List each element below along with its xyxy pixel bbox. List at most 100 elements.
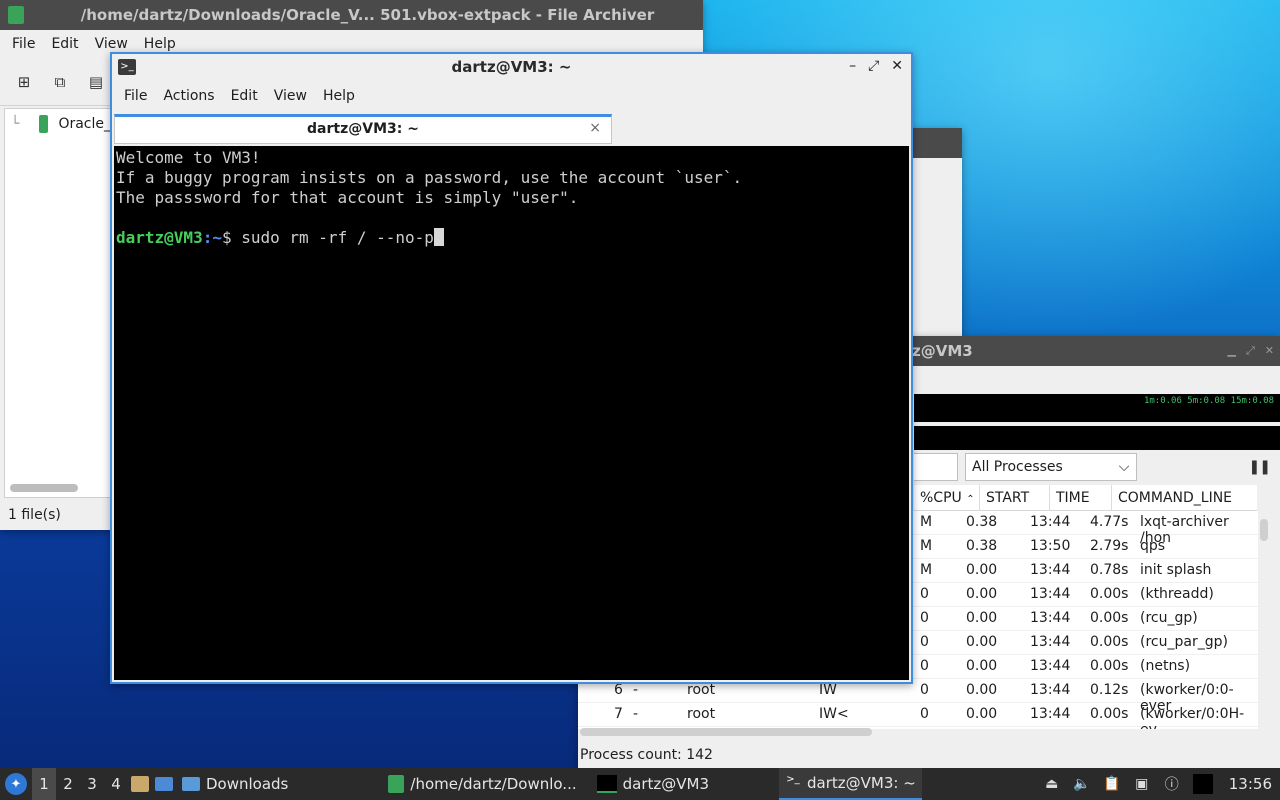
terminal-titlebar[interactable]: >_ dartz@VM3: ~ – ⤢ ✕ <box>112 54 911 82</box>
terminal-tabbar: dartz@VM3: ~ × <box>112 110 911 144</box>
close-icon[interactable]: ✕ <box>891 58 903 74</box>
cell-mem: 0 <box>920 610 929 626</box>
cell-mem: 0 <box>920 634 929 650</box>
eject-icon[interactable]: ⏏ <box>1043 775 1061 793</box>
clock[interactable]: 13:56 <box>1229 775 1272 793</box>
lxqt-logo-icon: ✦ <box>5 773 27 795</box>
taskbar-vm3-label: dartz@VM3 <box>622 775 709 793</box>
cell-mem: M <box>920 538 933 554</box>
process-filter-select[interactable]: All Processes ⌵ <box>965 453 1137 481</box>
cell-time: 0.78s <box>1090 562 1129 578</box>
archiver-horizontal-scrollbar[interactable] <box>10 484 78 492</box>
clipboard-icon[interactable]: 📋 <box>1103 775 1121 793</box>
open-archive-icon[interactable]: ⧉ <box>50 72 70 92</box>
load-average-text: 1m:0.06 5m:0.08 15m:0.08 <box>1143 396 1274 406</box>
process-viewer-title: z@VM3 <box>912 342 973 360</box>
maximize-icon[interactable]: ⤢ <box>1246 344 1255 358</box>
maximize-icon[interactable]: ⤢ <box>868 58 879 74</box>
taskbar-downloads[interactable]: Downloads <box>176 768 294 800</box>
workspace-3[interactable]: 3 <box>80 768 104 800</box>
close-icon[interactable]: ✕ <box>1265 344 1274 358</box>
cell-user: root <box>687 682 716 698</box>
network-icon[interactable]: ▣ <box>1133 775 1151 793</box>
close-tab-icon[interactable]: × <box>589 120 601 136</box>
extract-icon[interactable]: ▤ <box>86 72 106 92</box>
terminal-screen[interactable]: Welcome to VM3! If a buggy program insis… <box>114 146 909 680</box>
taskbar-archiver-label: /home/dartz/Downlo... <box>410 775 577 793</box>
archiver-menu-file[interactable]: File <box>4 36 43 52</box>
cell-start: 13:44 <box>1030 586 1071 602</box>
minimize-icon[interactable]: – <box>849 58 856 74</box>
cell-start: 13:50 <box>1030 538 1071 554</box>
process-table-header: %CPU ⌃ START TIME COMMAND_LINE <box>914 485 1257 511</box>
terminal-line: The passsword for that account is simply… <box>116 188 579 207</box>
vm-tray-icon[interactable] <box>1192 774 1213 794</box>
archive-icon <box>8 6 24 24</box>
cell-time: 0.12s <box>1090 682 1129 698</box>
table-row[interactable]: 7- root IW< 0 0.00 13:44 0.00s (kworker/0:0H-ev <box>578 703 1258 729</box>
process-table-horizontal-scrollbar[interactable] <box>580 728 872 736</box>
start-menu-button[interactable]: ✦ <box>0 768 32 800</box>
column-header-cpu[interactable]: %CPU ⌃ <box>914 485 980 511</box>
archiver-menu-edit[interactable]: Edit <box>43 36 86 52</box>
taskbar-terminal[interactable]: >_ dartz@VM3: ~ <box>779 768 922 800</box>
cell-time: 0.00s <box>1090 586 1129 602</box>
terminal-menu-edit[interactable]: Edit <box>223 88 266 104</box>
workspace-2[interactable]: 2 <box>56 768 80 800</box>
cell-cpu: 0.38 <box>966 538 998 554</box>
workspace-1[interactable]: 1 <box>32 768 56 800</box>
volume-icon[interactable]: 🔈 <box>1073 775 1091 793</box>
cell-start: 13:44 <box>1030 514 1071 530</box>
workspace-4[interactable]: 4 <box>104 768 128 800</box>
tree-item-label: Oracle_ <box>58 116 111 132</box>
cell-stat: IW <box>819 682 837 698</box>
archiver-title: /home/dartz/Downloads/Oracle_V... 501.vb… <box>80 6 655 24</box>
taskbar-vm3[interactable]: dartz@VM3 <box>591 768 715 800</box>
pause-icon[interactable]: ❚❚ <box>1249 459 1271 475</box>
prompt-symbol: $ <box>221 228 242 247</box>
terminal-window-controls: – ⤢ ✕ <box>849 58 903 74</box>
terminal-window: >_ dartz@VM3: ~ – ⤢ ✕ File Actions Edit … <box>110 52 913 684</box>
cell-cpu: 0.00 <box>966 586 998 602</box>
cell-start: 13:44 <box>1030 610 1071 626</box>
file-manager-launcher-icon[interactable] <box>128 768 152 800</box>
terminal-menu-help[interactable]: Help <box>315 88 363 104</box>
archive-file-icon <box>39 115 49 133</box>
archiver-menu-view[interactable]: View <box>87 36 136 52</box>
taskbar-archiver[interactable]: /home/dartz/Downlo... <box>382 768 582 800</box>
cell-time: 0.00s <box>1090 658 1129 674</box>
process-table-vertical-scrollbar[interactable] <box>1260 519 1268 541</box>
cell-cpu: 0.00 <box>966 562 998 578</box>
cell-stat: IW< <box>819 706 849 722</box>
process-count-status: Process count: 142 <box>580 747 713 763</box>
text-cursor <box>433 228 444 246</box>
load-average-display: 1m:0.06 5m:0.08 15m:0.08 <box>914 394 1280 422</box>
process-search-input[interactable] <box>914 453 958 481</box>
column-header-time[interactable]: TIME <box>1050 485 1112 511</box>
cell-time: 0.00s <box>1090 610 1129 626</box>
tree-item[interactable]: └ Oracle_ <box>5 109 111 139</box>
chevron-down-icon: ⌵ <box>1118 459 1130 475</box>
terminal-menu-actions[interactable]: Actions <box>155 88 222 104</box>
show-desktop-icon[interactable] <box>152 768 176 800</box>
terminal-tab[interactable]: dartz@VM3: ~ × <box>114 114 612 144</box>
cell-start: 13:44 <box>1030 658 1071 674</box>
taskbar: ✦ 1 2 3 4 Downloads /home/dartz/Downlo..… <box>0 768 1280 800</box>
cell-command: (rcu_gp) <box>1140 610 1198 626</box>
cell-command: (kworker/0:0H-ev <box>1140 706 1245 729</box>
terminal-menu-file[interactable]: File <box>116 88 155 104</box>
cell-mem: M <box>920 514 933 530</box>
archiver-menu-help[interactable]: Help <box>136 36 184 52</box>
terminal-menu-view[interactable]: View <box>266 88 315 104</box>
archiver-titlebar[interactable]: /home/dartz/Downloads/Oracle_V... 501.vb… <box>0 0 703 30</box>
column-header-command[interactable]: COMMAND_LINE <box>1112 485 1257 511</box>
column-header-start[interactable]: START <box>980 485 1050 511</box>
cell-time: 2.79s <box>1090 538 1129 554</box>
minimize-icon[interactable]: ▁ <box>1228 344 1236 358</box>
cell-mem: 0 <box>920 682 929 698</box>
tree-expander[interactable]: └ <box>11 116 19 132</box>
new-archive-icon[interactable]: ⊞ <box>14 72 34 92</box>
update-notifier-icon[interactable]: ⓘ <box>1163 775 1181 793</box>
archiver-folder-tree: └ Oracle_ <box>4 108 112 498</box>
